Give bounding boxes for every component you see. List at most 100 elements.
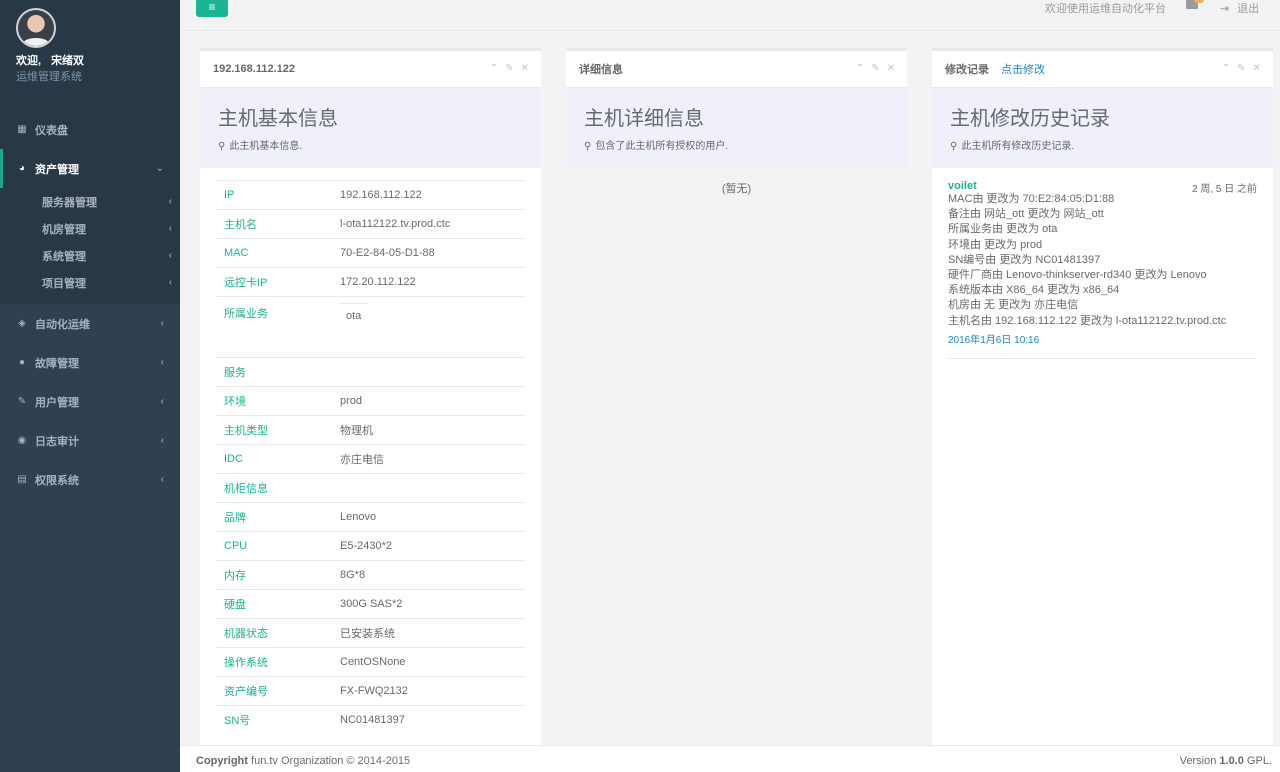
- field-value: 亦庄电信: [332, 444, 525, 474]
- field-value: [332, 357, 525, 387]
- panel-title: 修改记录: [945, 64, 989, 76]
- section-subtitle: ⚲ 包含了此主机所有授权的用户.: [584, 137, 889, 152]
- eye-icon: ◉: [17, 435, 27, 446]
- version-number: 1.0.0: [1219, 755, 1244, 767]
- sidebar-item-fault[interactable]: ● 故障管理 ‹: [0, 343, 180, 382]
- history-list: voilet 2 周, 5 日 之前 MAC由 更改为 70:E2:84:05:…: [932, 168, 1273, 359]
- history-entry: voilet 2 周, 5 日 之前 MAC由 更改为 70:E2:84:05:…: [948, 180, 1257, 359]
- field-value: 物理机: [332, 415, 525, 445]
- field-value: E5-2430*2: [332, 531, 525, 561]
- field-value: 8G*8: [332, 560, 525, 590]
- sidebar-item-label: 日志审计: [35, 435, 79, 448]
- panel-tools: ⌃ ✎ ✕: [1222, 63, 1261, 74]
- sidebar-subitem-label: 服务器管理: [42, 196, 97, 209]
- field-value: l-ota112122.tv.prod.ctc: [332, 209, 525, 239]
- section-subtitle: ⚲ 此主机所有修改历史记录.: [950, 137, 1255, 152]
- field-label: 环境: [216, 386, 332, 416]
- sidebar-item-asset-management[interactable]: ◕ 资产管理 ⌄: [0, 149, 180, 188]
- panel-title: 192.168.112.122: [213, 63, 295, 75]
- username[interactable]: 宋绪双: [51, 55, 84, 67]
- subtitle-text: 包含了此主机所有授权的用户.: [595, 141, 729, 152]
- history-change-line: 环境由 更改为 prod: [948, 238, 1043, 251]
- field-label: 所属业务: [216, 296, 332, 358]
- section-title: 主机详细信息: [584, 108, 704, 130]
- table-row: IP 192.168.112.122: [216, 180, 525, 210]
- chevron-left-icon: ‹: [168, 223, 172, 234]
- panel-header: 详细信息 ⌃ ✎ ✕: [566, 51, 907, 88]
- sidebar-item-label: 仪表盘: [35, 124, 68, 137]
- logout-label: 退出: [1237, 3, 1260, 15]
- section-title: 主机修改历史记录: [950, 108, 1110, 130]
- field-label: 主机名: [216, 209, 332, 239]
- table-row: 硬盘 300G SAS*2: [216, 589, 525, 619]
- field-value: 已安装系统: [332, 618, 525, 648]
- version-label: Version: [1179, 755, 1217, 767]
- close-icon[interactable]: ✕: [521, 63, 529, 74]
- sidebar-subitem-label: 系统管理: [42, 250, 86, 263]
- sidebar: 欢迎, 宋绪双 运维管理系统 ▦ 仪表盘 ◕ 资产管理 ⌄ 服务器管理 ‹ 机房管理…: [0, 0, 180, 772]
- sidebar-subitem-datacenter[interactable]: 机房管理 ‹: [0, 215, 180, 242]
- sidebar-item-label: 用户管理: [35, 396, 79, 409]
- panel-tools: ⌃ ✎ ✕: [856, 63, 895, 74]
- field-value: NC01481397: [332, 705, 525, 735]
- history-change-line: SN编号由 更改为 NC01481397: [948, 253, 1101, 266]
- history-change-line: 备注由 网站_ott 更改为 网站_ott: [948, 208, 1104, 221]
- sidebar-subitem-project[interactable]: 项目管理 ‹: [0, 269, 180, 296]
- sidebar-item-audit[interactable]: ◉ 日志审计 ‹: [0, 421, 180, 460]
- field-label: 主机类型: [216, 415, 332, 445]
- sidebar-item-dashboard[interactable]: ▦ 仪表盘: [0, 110, 180, 149]
- wrench-icon[interactable]: ✎: [1237, 63, 1245, 74]
- history-change-line: 系统版本由 X86_64 更改为 x86_64: [948, 284, 1120, 297]
- collapse-icon[interactable]: ⌃: [1222, 63, 1230, 74]
- field-value: prod: [332, 386, 525, 416]
- wrench-icon[interactable]: ✎: [505, 63, 513, 74]
- sidebar-item-users[interactable]: ✎ 用户管理 ‹: [0, 382, 180, 421]
- sidebar-subitem-system[interactable]: 系统管理 ‹: [0, 242, 180, 269]
- sidebar-subitem-label: 机房管理: [42, 223, 86, 236]
- top-navbar: ≡ 欢迎使用运维自动化平台 ⇥ 退出: [180, 0, 1280, 31]
- edit-link[interactable]: 点击修改: [1001, 61, 1045, 77]
- business-value: ota: [340, 303, 368, 328]
- sidebar-subitem-label: 项目管理: [42, 277, 86, 290]
- sidebar-item-permissions[interactable]: ▤ 权限系统 ‹: [0, 460, 180, 499]
- sidebar-item-automation[interactable]: ◈ 自动化运维 ‹: [0, 304, 180, 343]
- history-change-line: 机房由 无 更改为 亦庄电信: [948, 299, 1079, 312]
- history-changes: MAC由 更改为 70:E2:84:05:D1:88 备注由 网站_ott 更改为…: [948, 192, 1257, 329]
- history-date: 2016年1月6日 10:16: [948, 334, 1040, 346]
- map-marker-icon: ⚲: [584, 141, 592, 152]
- avatar[interactable]: [16, 8, 56, 48]
- table-row: 服务: [216, 357, 525, 387]
- sidebar-subitem-server[interactable]: 服务器管理 ‹: [0, 188, 180, 215]
- chevron-left-icon: ‹: [160, 474, 164, 485]
- field-label: 资产编号: [216, 676, 332, 706]
- chevron-down-icon: ⌄: [155, 163, 164, 174]
- field-label: 品牌: [216, 502, 332, 532]
- sidebar-item-label: 故障管理: [35, 357, 79, 370]
- chevron-left-icon: ‹: [168, 277, 172, 288]
- briefcase-icon: ▤: [17, 474, 27, 485]
- sign-out-icon: ⇥: [1220, 3, 1230, 15]
- table-row: IDC 亦庄电信: [216, 444, 525, 474]
- field-value: 192.168.112.122: [332, 180, 525, 210]
- panel-change-history: 修改记录 点击修改 ⌃ ✎ ✕ 主机修改历史记录 ⚲ 此主机所有修改历史记录. voi…: [932, 48, 1273, 745]
- sidebar-item-label: 权限系统: [35, 474, 79, 487]
- table-row: MAC 70-E2-84-05-D1-88: [216, 238, 525, 268]
- menu-toggle-button[interactable]: ≡: [196, 0, 228, 17]
- logout-link[interactable]: ⇥ 退出: [1220, 0, 1259, 16]
- collapse-icon[interactable]: ⌃: [856, 63, 864, 74]
- collapse-icon[interactable]: ⌃: [490, 63, 498, 74]
- field-value: 172.20.112.122: [332, 267, 525, 297]
- map-marker-icon: ⚲: [950, 141, 958, 152]
- map-marker-icon: ⚲: [218, 141, 226, 152]
- field-label: CPU: [216, 531, 332, 561]
- close-icon[interactable]: ✕: [1253, 63, 1261, 74]
- sidebar-item-label: 自动化运维: [35, 318, 90, 331]
- grid-icon: ▦: [17, 124, 27, 135]
- table-row: 主机类型 物理机: [216, 415, 525, 445]
- close-icon[interactable]: ✕: [887, 63, 895, 74]
- wrench-icon[interactable]: ✎: [871, 63, 879, 74]
- edit-icon: ✎: [17, 396, 27, 407]
- table-row: 远控卡IP 172.20.112.122: [216, 267, 525, 297]
- panel-header: 修改记录 点击修改 ⌃ ✎ ✕: [932, 51, 1273, 88]
- copyright: Copyright fun.tv Organization © 2014-201…: [196, 755, 410, 767]
